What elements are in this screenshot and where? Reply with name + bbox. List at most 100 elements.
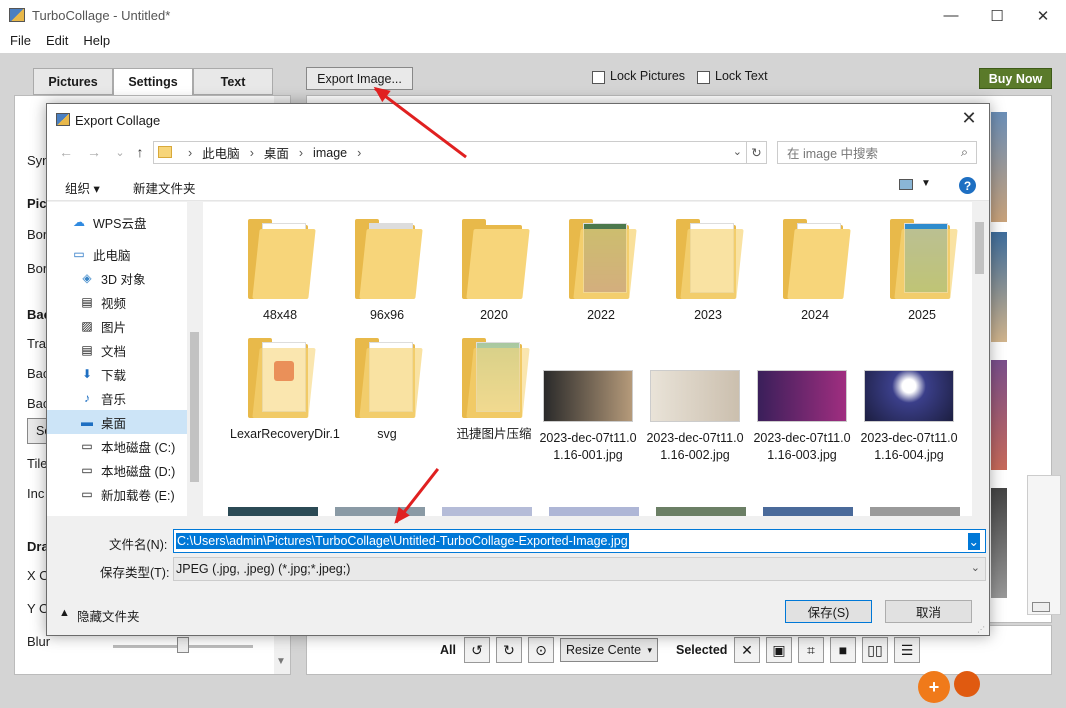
image-file-item[interactable]: 2023-dec-07t11.01.16-002.jpg — [645, 370, 745, 464]
nav-downloads[interactable]: ⬇ 下载 — [47, 362, 187, 386]
filetype-select[interactable]: JPEG (.jpg, .jpeg) (*.jpg;*.jpeg;) ⌄ — [173, 557, 986, 581]
folder-item[interactable]: 迅捷图片压缩 — [444, 338, 544, 443]
resize-select[interactable]: Resize Cente ▾ — [560, 638, 658, 662]
nav-drive-e[interactable]: ▭ 新加载卷 (E:) — [47, 482, 187, 506]
folder-item[interactable]: 48x48 — [230, 219, 330, 324]
collage-photo[interactable] — [991, 112, 1007, 222]
lock-text-checkbox[interactable] — [697, 71, 710, 84]
folder-item[interactable]: 2022 — [551, 219, 651, 324]
maximize-icon[interactable]: ☐ — [974, 0, 1020, 31]
folder-item[interactable]: 96x96 — [337, 219, 437, 324]
split-vertical-icon[interactable]: ▯▯ — [862, 637, 888, 663]
image-thumbnail[interactable] — [870, 507, 960, 516]
folder-icon — [890, 219, 958, 299]
nav-this-pc[interactable]: ▭ 此电脑 — [47, 242, 187, 266]
view-icon[interactable] — [899, 179, 913, 190]
tab-text[interactable]: Text — [193, 68, 273, 95]
nav-desktop[interactable]: ▬ 桌面 — [47, 410, 187, 434]
nav-scrollbar[interactable] — [187, 202, 202, 516]
nav-drive-d[interactable]: ▭ 本地磁盘 (D:) — [47, 458, 187, 482]
chevron-down-icon[interactable]: ⌄ — [733, 145, 742, 158]
cancel-button[interactable]: 取消 — [885, 600, 972, 623]
recent-dropdown-icon[interactable]: ⌄ — [109, 146, 131, 159]
image-thumbnail[interactable] — [549, 507, 639, 516]
save-button[interactable]: 保存(S) — [785, 600, 872, 623]
image-thumbnail[interactable] — [656, 507, 746, 516]
collage-photo[interactable] — [991, 232, 1007, 342]
chevron-down-icon[interactable]: ⌄ — [967, 533, 980, 550]
split-horizontal-icon[interactable]: ☰ — [894, 637, 920, 663]
refresh-icon[interactable]: ↻ — [746, 142, 766, 163]
folder-icon — [355, 338, 423, 418]
drive-icon: ▭ — [81, 439, 93, 453]
image-thumbnail[interactable] — [442, 507, 532, 516]
collage-photo[interactable] — [991, 488, 1007, 598]
shuffle-icon[interactable]: ⊙ — [528, 637, 554, 663]
folder-item[interactable]: 2020 — [444, 219, 544, 324]
image-thumbnail[interactable] — [228, 507, 318, 516]
help-icon[interactable]: ? — [959, 177, 976, 194]
minimize-icon[interactable]: — — [928, 0, 974, 31]
delete-icon[interactable]: ✕ — [734, 637, 760, 663]
folder-item[interactable]: LexarRecoveryDir.1 — [230, 338, 340, 443]
folder-icon — [783, 219, 851, 299]
rotate-icon[interactable]: ↻ — [496, 637, 522, 663]
zoom-slider[interactable] — [1027, 475, 1061, 615]
chevron-down-icon: ▾ — [647, 644, 652, 655]
view-dropdown-icon[interactable]: ▼ — [921, 178, 931, 189]
forward-icon[interactable]: → — [83, 144, 105, 160]
nav-3d-objects[interactable]: ◈ 3D 对象 — [47, 266, 187, 290]
image-thumbnail[interactable] — [335, 507, 425, 516]
nav-drive-c[interactable]: ▭ 本地磁盘 (C:) — [47, 434, 187, 458]
resize-grip-icon[interactable]: ⋰ — [977, 625, 985, 634]
export-image-button[interactable]: Export Image... — [306, 67, 413, 90]
folder-item[interactable]: 2024 — [765, 219, 865, 324]
new-folder-button[interactable]: 新建文件夹 — [133, 178, 196, 197]
folder-item[interactable]: 2023 — [658, 219, 758, 324]
up-icon[interactable]: ↑ — [129, 144, 151, 160]
crop-icon[interactable]: ⌗ — [798, 637, 824, 663]
file-scrollbar[interactable] — [972, 202, 987, 516]
scroll-down-icon[interactable]: ▼ — [276, 656, 286, 667]
nav-music[interactable]: ♪ 音乐 — [47, 386, 187, 410]
zoom-slider-thumb[interactable] — [1032, 602, 1050, 612]
music-icon: ♪ — [84, 391, 90, 405]
lock-text-label: Lock Text — [715, 69, 768, 83]
close-icon[interactable]: ✕ — [1020, 0, 1066, 31]
collage-photo[interactable] — [991, 360, 1007, 470]
search-input[interactable]: 在 image 中搜索 ⌕ — [777, 141, 977, 164]
menu-help[interactable]: Help — [83, 31, 110, 53]
hide-folders-toggle[interactable]: 隐藏文件夹 — [77, 606, 140, 625]
breadcrumb-image[interactable]: image — [313, 146, 347, 160]
panel-button[interactable]: Se — [27, 418, 51, 444]
blur-slider-thumb[interactable] — [177, 637, 189, 653]
frame-icon[interactable]: ■ — [830, 637, 856, 663]
back-icon[interactable]: ← — [55, 144, 77, 160]
nav-documents[interactable]: ▤ 文档 — [47, 338, 187, 362]
menu-edit[interactable]: Edit — [46, 31, 68, 53]
buy-now-button[interactable]: Buy Now — [979, 68, 1052, 89]
image-file-item[interactable]: 2023-dec-07t11.01.16-003.jpg — [752, 370, 852, 464]
lock-pictures-checkbox[interactable] — [592, 71, 605, 84]
folder-item[interactable]: 2025 — [872, 219, 972, 324]
menu-file[interactable]: File — [10, 31, 31, 53]
rotate-left-icon[interactable]: ↺ — [464, 637, 490, 663]
image-icon[interactable]: ▣ — [766, 637, 792, 663]
nav-pictures[interactable]: ▨ 图片 — [47, 314, 187, 338]
tab-pictures[interactable]: Pictures — [33, 68, 113, 95]
dialog-close-icon[interactable]: ✕ — [957, 108, 981, 129]
panel-label: Tile — [27, 456, 48, 471]
breadcrumb-desktop[interactable]: 桌面 — [264, 143, 289, 162]
filename-input[interactable]: C:\Users\admin\Pictures\TurboCollage\Unt… — [173, 529, 986, 553]
tab-settings[interactable]: Settings — [113, 68, 193, 96]
image-file-item[interactable]: 2023-dec-07t11.01.16-004.jpg — [859, 370, 959, 464]
image-file-item[interactable]: 2023-dec-07t11.01.16-001.jpg — [538, 370, 638, 464]
folder-item[interactable]: svg — [337, 338, 437, 443]
organize-button[interactable]: 组织 ▾ — [65, 178, 100, 197]
nav-wps-cloud[interactable]: ☁ WPS云盘 — [47, 210, 187, 234]
image-thumbnail[interactable] — [763, 507, 853, 516]
nav-videos[interactable]: ▤ 视频 — [47, 290, 187, 314]
breadcrumb-this-pc[interactable]: 此电脑 — [202, 143, 240, 162]
chevron-up-icon[interactable]: ▲ — [59, 607, 70, 619]
resize-select-value: Resize Cente — [566, 643, 642, 657]
